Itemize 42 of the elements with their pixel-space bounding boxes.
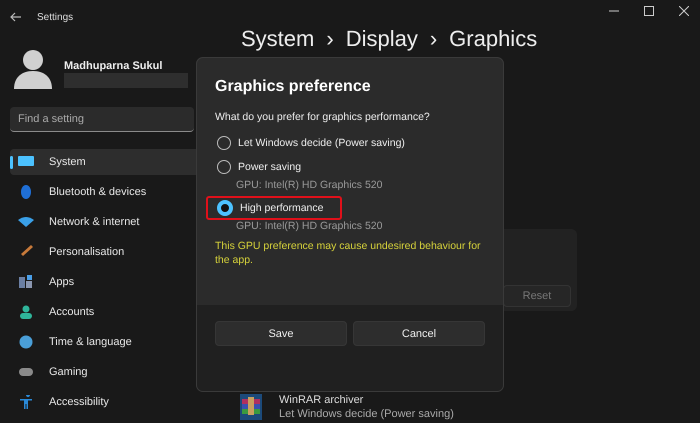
nav-icon — [18, 185, 34, 199]
dialog-title: Graphics preference — [215, 78, 372, 96]
nav-item[interactable]: Bluetooth & devices — [10, 179, 220, 205]
gpu-label: GPU: Intel(R) HD Graphics 520 — [235, 220, 384, 232]
breadcrumb-item: Graphics — [449, 25, 538, 53]
dialog-question: What do you prefer for graphics performance? — [215, 111, 431, 123]
breadcrumb-item[interactable]: System — [241, 24, 314, 54]
back-arrow-icon[interactable] — [10, 12, 22, 22]
warning-text: This GPU preference may cause undesired behaviour for the app. — [215, 239, 482, 268]
window-title: Settings — [37, 12, 74, 22]
user-name: Madhuparna Sukul — [64, 60, 164, 72]
cancel-button[interactable]: Cancel — [353, 321, 485, 346]
breadcrumb-item[interactable]: Display — [346, 24, 418, 54]
option-label: Power saving — [238, 161, 302, 173]
nav-item[interactable]: Apps — [10, 269, 220, 295]
nav-icon — [18, 275, 34, 289]
selection-indicator — [10, 156, 13, 169]
nav-item[interactable]: Network & internet — [10, 209, 220, 235]
nav-item[interactable]: Gaming — [10, 359, 220, 385]
app-preference: Let Windows decide (Power saving) — [279, 408, 454, 420]
nav-icon — [18, 305, 34, 319]
nav-icon — [18, 365, 34, 379]
save-button[interactable]: Save — [215, 321, 347, 346]
nav-item[interactable]: Accessibility — [10, 389, 220, 415]
option-label: Let Windows decide (Power saving) — [238, 137, 405, 149]
nav-icon — [18, 335, 34, 349]
radio-button[interactable] — [217, 160, 231, 174]
maximize-icon[interactable] — [644, 6, 654, 16]
avatar-icon — [12, 47, 54, 91]
nav-icon — [18, 155, 34, 169]
nav-icon — [18, 395, 34, 409]
option-label: High performance — [240, 202, 324, 214]
app-name: WinRAR archiver — [279, 394, 364, 406]
radio-button[interactable] — [217, 136, 231, 150]
close-icon[interactable] — [679, 6, 689, 16]
breadcrumb-separator: › — [326, 25, 334, 53]
archive-icon — [240, 394, 262, 420]
gpu-label: GPU: Intel(R) HD Graphics 520 — [235, 179, 384, 191]
breadcrumb-separator: › — [430, 25, 438, 53]
search-field[interactable]: Find a setting — [10, 107, 194, 132]
nav-icon — [18, 215, 34, 229]
radio-button[interactable] — [217, 200, 233, 216]
